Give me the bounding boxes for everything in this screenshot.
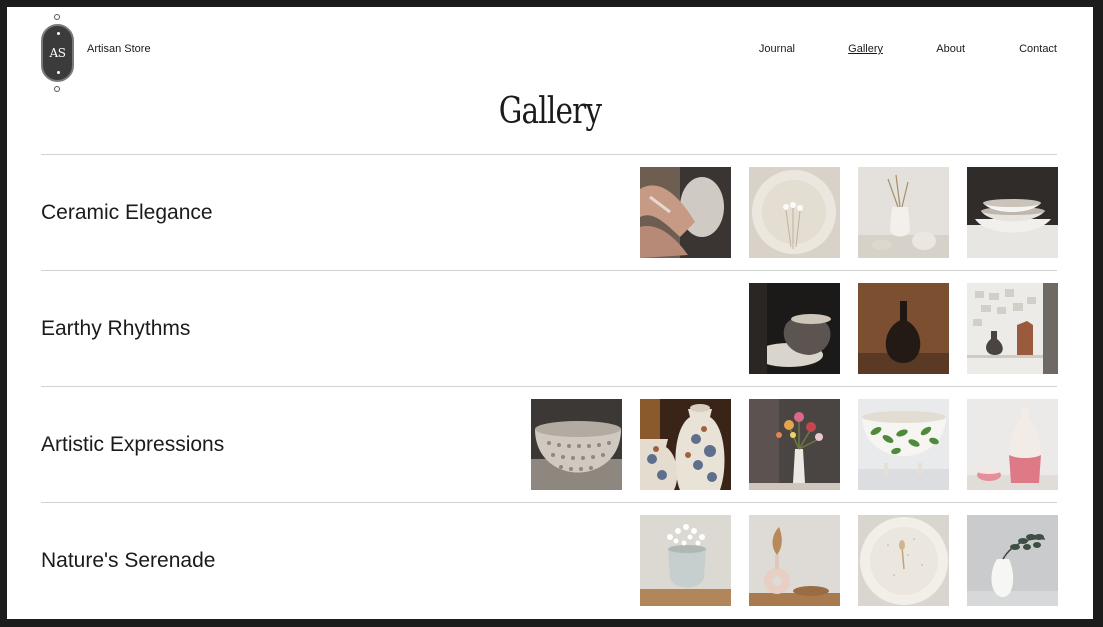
collection-image[interactable] bbox=[967, 399, 1058, 490]
collection-image[interactable] bbox=[967, 283, 1058, 374]
collection-title[interactable]: Earthy Rhythms bbox=[41, 317, 190, 341]
collection-image[interactable] bbox=[749, 515, 840, 606]
nav-gallery[interactable]: Gallery bbox=[848, 43, 883, 55]
collection-image[interactable] bbox=[967, 167, 1058, 258]
cup-with-babys-breath-image bbox=[640, 515, 731, 606]
collection-title[interactable]: Artistic Expressions bbox=[41, 433, 224, 457]
leaf-painted-footed-bowl-image bbox=[858, 399, 949, 490]
logo[interactable]: AS bbox=[41, 14, 75, 92]
logo-ring-icon bbox=[54, 14, 60, 20]
pink-glazed-vase-image bbox=[967, 399, 1058, 490]
pottery-wheel-hands-image bbox=[640, 167, 731, 258]
divider bbox=[41, 270, 1057, 271]
white-vase-with-eucalyptus-image bbox=[967, 515, 1058, 606]
ring-vase-with-dried-leaf-image bbox=[749, 515, 840, 606]
collection-image[interactable] bbox=[749, 167, 840, 258]
speckled-white-plate-image bbox=[858, 515, 949, 606]
logo-ring-icon bbox=[54, 86, 60, 92]
brand-name[interactable]: Artisan Store bbox=[87, 43, 151, 55]
collection-image[interactable] bbox=[858, 167, 949, 258]
page-title: Gallery bbox=[498, 91, 602, 132]
collection-image[interactable] bbox=[531, 399, 622, 490]
nav-contact[interactable]: Contact bbox=[1019, 43, 1057, 55]
collection-title[interactable]: Nature's Serenade bbox=[41, 549, 215, 573]
collection-title[interactable]: Ceramic Elegance bbox=[41, 201, 213, 225]
logo-text: AS bbox=[49, 46, 66, 60]
black-bud-vase-image bbox=[858, 283, 949, 374]
page: AS Artisan Store Journal Gallery About C… bbox=[7, 7, 1093, 619]
nav-journal[interactable]: Journal bbox=[759, 43, 795, 55]
logo-badge: AS bbox=[41, 24, 74, 82]
collection-image[interactable] bbox=[858, 399, 949, 490]
collection-image[interactable] bbox=[858, 515, 949, 606]
collection-image[interactable] bbox=[749, 399, 840, 490]
divider bbox=[41, 154, 1057, 155]
divider bbox=[41, 502, 1057, 503]
textured-pattern-bowl-image bbox=[531, 399, 622, 490]
collection-image[interactable] bbox=[749, 283, 840, 374]
collection-image[interactable] bbox=[640, 515, 731, 606]
nav-about[interactable]: About bbox=[936, 43, 965, 55]
logo-dot-icon bbox=[57, 32, 60, 35]
collection-image[interactable] bbox=[858, 283, 949, 374]
flowers-in-white-vase-image bbox=[749, 399, 840, 490]
dark-cup-on-saucer-image bbox=[749, 283, 840, 374]
plate-with-dried-flowers-image bbox=[749, 167, 840, 258]
logo-dot-icon bbox=[57, 71, 60, 74]
collection-image[interactable] bbox=[967, 515, 1058, 606]
stacked-white-bowls-image bbox=[967, 167, 1058, 258]
collection-image[interactable] bbox=[640, 399, 731, 490]
small-vases-on-shelf-image bbox=[967, 283, 1058, 374]
blue-white-ginger-jars-image bbox=[640, 399, 731, 490]
divider bbox=[41, 386, 1057, 387]
white-vase-with-stems-image bbox=[858, 167, 949, 258]
collection-image[interactable] bbox=[640, 167, 731, 258]
